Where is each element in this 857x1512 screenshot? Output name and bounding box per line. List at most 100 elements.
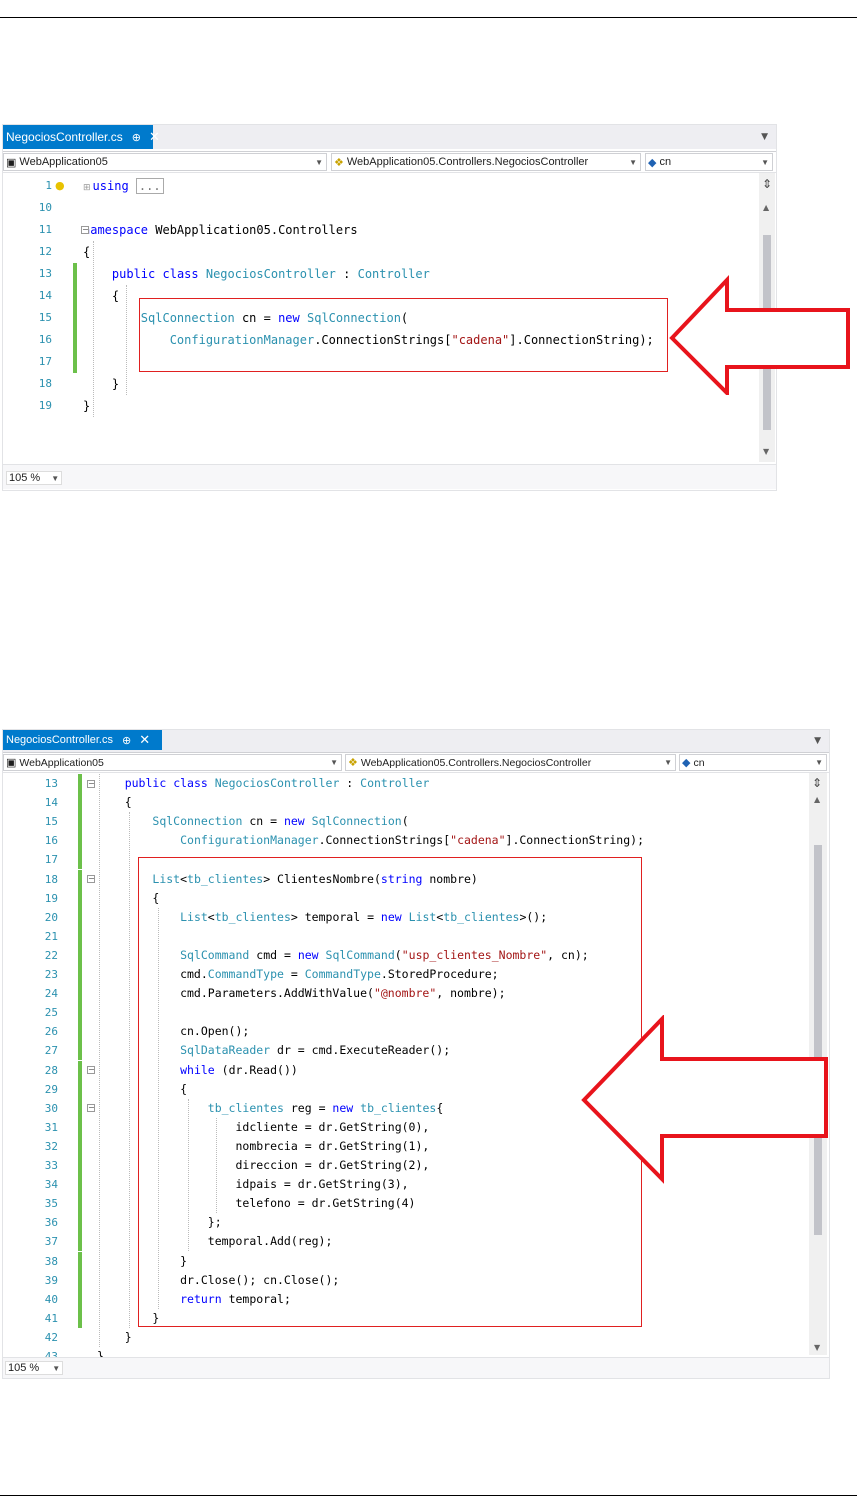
line-number: 25: [44, 1006, 58, 1020]
line-number: 29: [44, 1082, 58, 1096]
project-icon: ▣: [6, 156, 17, 169]
member-name: cn: [693, 756, 705, 769]
scroll-up-icon[interactable]: ▲: [763, 203, 769, 212]
code-line[interactable]: }: [83, 373, 119, 395]
member-name: cn: [659, 156, 672, 168]
change-marker: [73, 285, 77, 307]
field-icon: ◆: [648, 156, 657, 169]
chevron-down-icon: ▼: [815, 758, 823, 767]
line-number: 14: [44, 796, 58, 810]
zoom-level[interactable]: 105 % ▼: [6, 471, 63, 485]
navigation-bar: ▣ WebApplication05 ▼ ❖ WebApplication05.…: [3, 151, 776, 173]
change-marker: [73, 329, 77, 351]
zoom-level[interactable]: 105 % ▼: [5, 1361, 64, 1375]
close-icon[interactable]: ✕: [149, 129, 160, 145]
field-icon: ◆: [682, 757, 691, 769]
line-number: 27: [44, 1044, 58, 1058]
change-marker: [78, 869, 82, 889]
tab-overflow-icon[interactable]: ▼: [761, 132, 768, 142]
line-number: 19: [38, 399, 52, 412]
chevron-down-icon: ▼: [330, 758, 338, 767]
code-line[interactable]: ConfigurationManager.ConnectionStrings["…: [97, 831, 644, 850]
red-arrow-icon: [669, 275, 850, 395]
class-dropdown[interactable]: ❖ WebApplication05.Controllers.NegociosC…: [345, 754, 676, 771]
change-marker: [78, 1175, 82, 1195]
line-number: 18: [38, 377, 52, 390]
tab-negocios-controller[interactable]: NegociosController.cs ⊕ ✕: [3, 730, 162, 750]
line-number: 40: [44, 1292, 58, 1306]
tab-label: NegociosController.cs: [6, 130, 123, 144]
line-number: 19: [44, 891, 58, 905]
member-dropdown[interactable]: ◆ cn ▼: [679, 754, 827, 771]
pin-icon[interactable]: ⊕: [132, 131, 141, 144]
member-dropdown[interactable]: ◆ cn ▼: [645, 153, 773, 171]
line-number: 11: [38, 223, 52, 236]
chevron-down-icon: ▼: [51, 474, 60, 483]
change-marker: [78, 984, 82, 1004]
line-number: 17: [44, 853, 58, 867]
change-marker: [78, 774, 82, 794]
line-number: 37: [44, 1235, 58, 1249]
change-marker: [78, 926, 82, 946]
collapse-icon[interactable]: −: [87, 1104, 95, 1113]
code-line[interactable]: SqlConnection cn = new SqlConnection(: [97, 812, 408, 831]
change-marker: [78, 1117, 82, 1137]
line-number: 16: [38, 333, 52, 346]
project-icon: ▣: [6, 757, 17, 769]
code-line[interactable]: {: [83, 285, 119, 307]
line-number: 35: [44, 1197, 58, 1211]
change-marker: [78, 850, 82, 870]
change-marker: [78, 1213, 82, 1233]
change-marker: [78, 1003, 82, 1023]
line-number: 1: [45, 179, 52, 192]
line-number: 36: [44, 1216, 58, 1230]
code-line[interactable]: {: [97, 793, 132, 812]
code-line[interactable]: }: [83, 395, 90, 417]
pin-icon[interactable]: ⊕: [122, 734, 131, 747]
scroll-up-icon[interactable]: ▲: [814, 795, 820, 804]
tab-overflow-icon[interactable]: ▼: [814, 736, 821, 746]
line-number: 28: [44, 1063, 58, 1077]
split-icon[interactable]: ⇕: [762, 177, 772, 191]
project-dropdown[interactable]: ▣ WebApplication05 ▼: [3, 754, 342, 771]
collapse-icon[interactable]: −: [87, 779, 95, 788]
change-marker: [78, 1022, 82, 1042]
lightbulb-icon[interactable]: ●: [55, 177, 65, 195]
collapse-icon[interactable]: −: [87, 1066, 95, 1075]
code-line[interactable]: namespace WebApplication05.Controllers: [83, 219, 358, 241]
chevron-down-icon: ▼: [629, 157, 637, 167]
chevron-down-icon: ▼: [761, 157, 769, 167]
close-icon[interactable]: ✕: [139, 732, 150, 748]
class-name: WebApplication05.Controllers.NegociosCon…: [346, 156, 589, 168]
split-icon[interactable]: ⇕: [812, 776, 822, 790]
tab-strip: NegociosController.cs ⊕ ✕ ▼: [3, 730, 829, 752]
red-arrow-icon: [581, 1015, 828, 1184]
scroll-down-icon[interactable]: ▼: [814, 1343, 820, 1352]
collapse-icon[interactable]: −: [81, 226, 89, 234]
class-icon: ❖: [348, 757, 358, 769]
line-number: 13: [38, 267, 52, 280]
line-number: 42: [44, 1330, 58, 1344]
change-marker: [78, 907, 82, 927]
class-dropdown[interactable]: ❖ WebApplication05.Controllers.NegociosC…: [331, 153, 641, 171]
collapse-icon[interactable]: −: [87, 875, 95, 884]
change-marker: [78, 1041, 82, 1061]
code-line[interactable]: {: [83, 241, 90, 263]
line-number: 15: [44, 815, 58, 829]
code-line[interactable]: }: [97, 1328, 132, 1347]
code-line[interactable]: ⊞ using ...: [83, 175, 164, 197]
change-marker: [78, 1194, 82, 1214]
line-number: 31: [44, 1120, 58, 1134]
navigation-bar: ▣ WebApplication05 ▼ ❖ WebApplication05.…: [3, 752, 829, 773]
change-marker: [78, 1308, 82, 1328]
project-dropdown[interactable]: ▣ WebApplication05 ▼: [3, 153, 327, 171]
scroll-down-icon[interactable]: ▼: [763, 447, 769, 456]
tab-negocios-controller[interactable]: NegociosController.cs ⊕ ✕: [3, 125, 160, 149]
indent-guide: [126, 285, 127, 395]
code-line[interactable]: public class NegociosController : Contro…: [97, 774, 430, 793]
change-marker: [78, 1079, 82, 1099]
code-line[interactable]: public class NegociosController : Contro…: [83, 263, 430, 285]
change-marker: [78, 1232, 82, 1252]
line-number: 15: [38, 311, 52, 324]
line-number: 20: [44, 910, 58, 924]
